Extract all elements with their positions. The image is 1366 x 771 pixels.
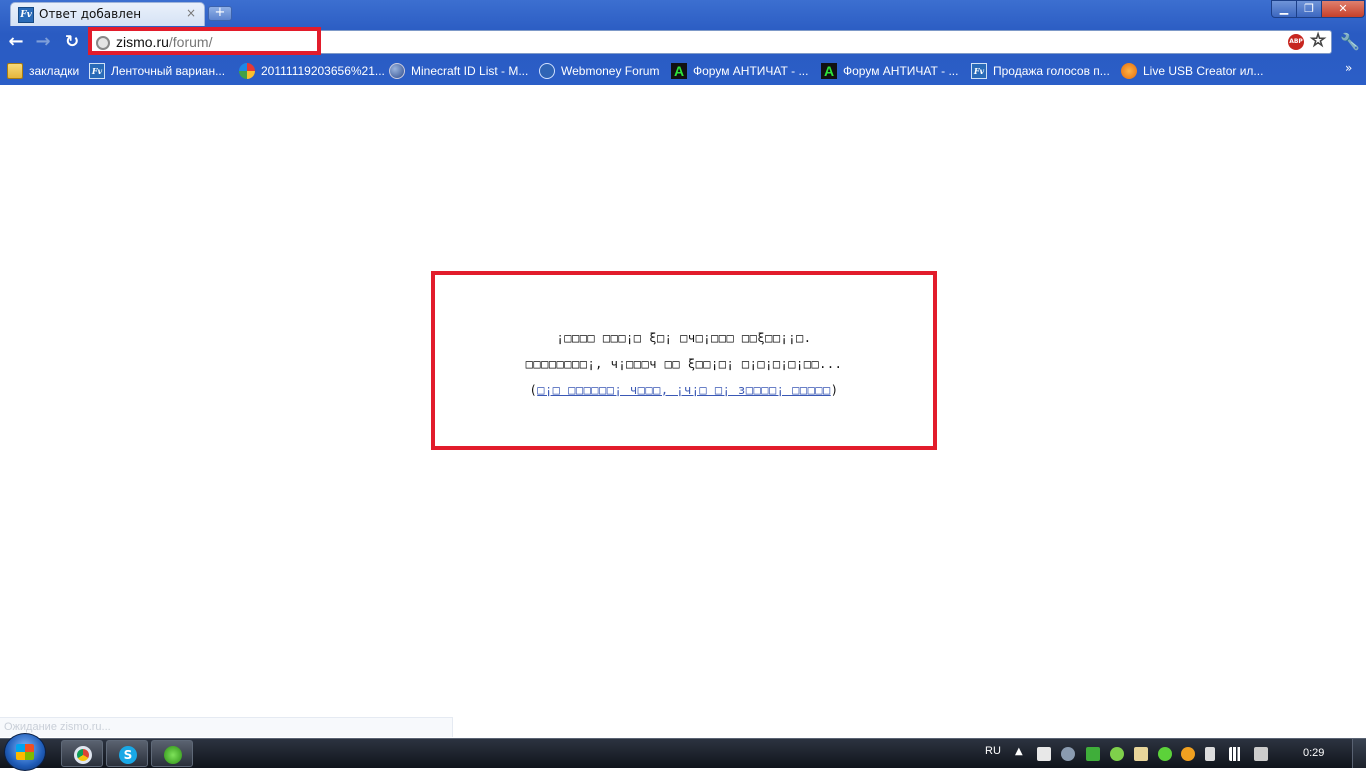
- tray-expand-icon[interactable]: ▲: [1015, 746, 1023, 757]
- message-highlight-box: ¡□□□□ □□□¡□ ξ□¡ □ч□¡□□□ □□ξ□□¡¡□. □□□□□□…: [431, 271, 937, 450]
- bookmark-label: Live USB Creator ил...: [1143, 64, 1264, 78]
- redirect-link[interactable]: □¡□ □□□□□□¡ ч□□□, ¡ч¡□ □¡ з□□□□¡ □□□□□: [537, 383, 831, 397]
- bookmark-label: Форум АНТИЧАТ - ...: [693, 64, 809, 78]
- back-button[interactable]: ←: [5, 33, 27, 53]
- windows-logo-icon: [16, 744, 34, 760]
- status-bubble: Ожидание zismo.ru...: [0, 717, 453, 737]
- message-line-3: (□¡□ □□□□□□¡ ч□□□, ¡ч¡□ □¡ з□□□□¡ □□□□□): [435, 383, 933, 397]
- usb-icon: [1121, 63, 1137, 79]
- tab-close-icon[interactable]: ×: [186, 6, 196, 20]
- folder-icon: [7, 63, 23, 79]
- tab-active[interactable]: Fv Ответ добавлен ×: [10, 2, 205, 26]
- start-button[interactable]: [4, 733, 46, 771]
- bookmark-star-icon[interactable]: ☆: [1309, 30, 1326, 52]
- bookmark-item[interactable]: A Форум АНТИЧАТ - ...: [671, 61, 808, 81]
- action-center-flag-icon[interactable]: [1205, 747, 1215, 761]
- chrome-icon: [74, 746, 92, 764]
- steam-icon[interactable]: [1061, 747, 1075, 761]
- bookmark-item[interactable]: Live USB Creator ил...: [1121, 61, 1263, 81]
- clipboard-icon[interactable]: [1134, 747, 1148, 761]
- bookmark-label: 20111119203656%21...: [261, 64, 385, 78]
- new-tab-button[interactable]: +: [208, 6, 232, 21]
- taskbar-skype-button[interactable]: S: [106, 740, 148, 767]
- page-content: ¡□□□□ □□□¡□ ξ□¡ □ч□¡□□□ □□ξ□□¡¡□. □□□□□□…: [0, 85, 1366, 738]
- update-icon[interactable]: [1181, 747, 1195, 761]
- network-icon[interactable]: [1229, 747, 1243, 761]
- icq-tray-icon[interactable]: [1158, 747, 1172, 761]
- bookmarks-bar: закладки Fv Ленточный вариан... 20111119…: [0, 59, 1366, 83]
- forward-button[interactable]: →: [32, 33, 54, 53]
- language-indicator[interactable]: RU: [985, 745, 1001, 757]
- close-window-button[interactable]: ✕: [1321, 0, 1365, 18]
- fv-icon: Fv: [89, 63, 105, 79]
- bookmark-item[interactable]: 20111119203656%21...: [239, 61, 385, 81]
- tray-check-icon[interactable]: [1110, 747, 1124, 761]
- antichat-icon: A: [671, 63, 687, 79]
- message-line-1: ¡□□□□ □□□¡□ ξ□¡ □ч□¡□□□ □□ξ□□¡¡□.: [556, 331, 812, 345]
- webmoney-icon: [539, 63, 555, 79]
- clock[interactable]: 0:29: [1303, 747, 1324, 759]
- bookmark-label: закладки: [29, 64, 80, 78]
- bookmark-label: Форум АНТИЧАТ - ...: [843, 64, 959, 78]
- picasa-icon: [239, 63, 255, 79]
- fv-icon: Fv: [971, 63, 987, 79]
- taskbar-icq-button[interactable]: [151, 740, 193, 767]
- reload-button[interactable]: ↻: [61, 33, 83, 53]
- wrench-menu-icon[interactable]: 🔧: [1340, 32, 1360, 51]
- adblock-plus-icon[interactable]: ABP: [1288, 34, 1304, 50]
- show-desktop-button[interactable]: [1352, 739, 1366, 768]
- taskbar-chrome-button[interactable]: [61, 740, 103, 767]
- bookmark-item[interactable]: A Форум АНТИЧАТ - ...: [821, 61, 958, 81]
- antichat-icon: A: [821, 63, 837, 79]
- message-line-2: □□□□□□□□¡, ч¡□□□ч □□ ξ□□¡□¡ □¡□¡□¡□¡□□..…: [525, 357, 843, 371]
- maximize-button[interactable]: ❐: [1296, 0, 1322, 18]
- bookmark-item[interactable]: Minecraft ID List - M...: [389, 61, 528, 81]
- taskbar: S RU ▲ 0:29: [0, 733, 1366, 771]
- minimize-button[interactable]: ▁: [1271, 0, 1297, 18]
- bookmark-label: Ленточный вариан...: [111, 64, 226, 78]
- fv-favicon-icon: Fv: [18, 7, 34, 23]
- bookmark-label: Minecraft ID List - M...: [411, 64, 529, 78]
- bookmark-item[interactable]: Fv Ленточный вариан...: [89, 61, 225, 81]
- tray-green-icon[interactable]: [1086, 747, 1100, 761]
- globe-icon: [389, 63, 405, 79]
- bookmark-label: Продажа голосов п...: [993, 64, 1110, 78]
- bookmark-item[interactable]: Webmoney Forum: [539, 61, 659, 81]
- icq-icon: [164, 746, 182, 764]
- url-highlight-box: [88, 27, 321, 55]
- tab-strip: Fv Ответ добавлен × + ▁ ❐ ✕: [0, 0, 1366, 28]
- bookmarks-overflow-chevron-icon[interactable]: »: [1345, 61, 1352, 75]
- bookmark-label: Webmoney Forum: [561, 64, 660, 78]
- tray-app-icon[interactable]: [1037, 747, 1051, 761]
- tab-title: Ответ добавлен: [39, 7, 142, 21]
- bookmark-item[interactable]: закладки: [7, 61, 79, 81]
- volume-icon[interactable]: [1254, 747, 1268, 761]
- skype-icon: S: [119, 746, 137, 764]
- bookmark-item[interactable]: Fv Продажа голосов п...: [971, 61, 1110, 81]
- paren-close: ): [830, 383, 839, 397]
